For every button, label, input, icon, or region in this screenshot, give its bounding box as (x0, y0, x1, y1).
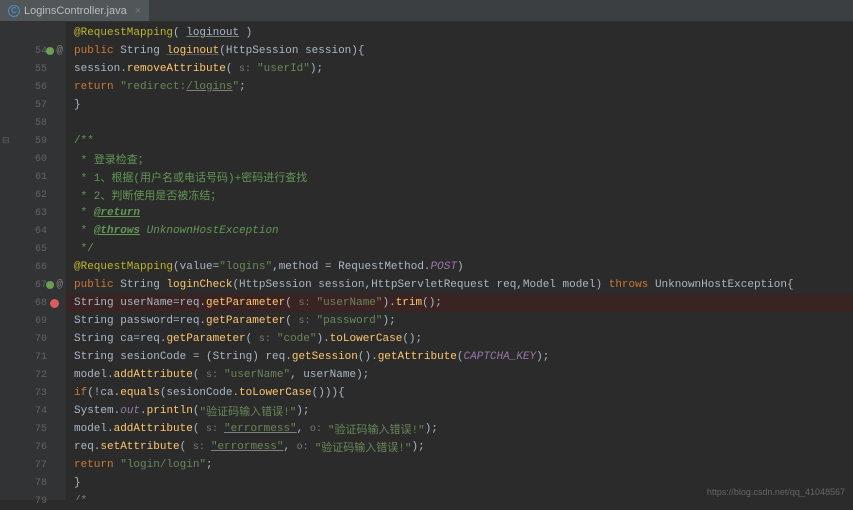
gutter-line[interactable]: 56 (0, 78, 65, 96)
code-line: * 1、根据(用户名或电话号码)+密码进行查找 (74, 168, 853, 186)
line-number: 66 (19, 262, 47, 273)
code-line: return "login/login"; (74, 456, 853, 474)
gutter-line[interactable]: 61 (0, 168, 65, 186)
code-line: return "redirect:/logins"; (74, 78, 853, 96)
gutter-line[interactable]: 57 (0, 96, 65, 114)
line-number: 75 (19, 424, 47, 435)
implements-icon (46, 281, 54, 289)
gutter-line[interactable]: 70 (0, 330, 65, 348)
code-area[interactable]: @RequestMapping( loginout ) public Strin… (66, 22, 853, 500)
line-number: 72 (19, 370, 47, 381)
gutter-line[interactable]: 65 (0, 240, 65, 258)
line-number: 59 (19, 136, 47, 147)
gutter-line[interactable]: 67 @ (0, 276, 65, 294)
gutter-line[interactable]: 55 (0, 60, 65, 78)
code-line: if(!ca.equals(sesionCode.toLowerCase()))… (74, 384, 853, 402)
gutter-line[interactable]: 60 (0, 150, 65, 168)
line-number: 65 (19, 244, 47, 255)
tab-filename: LoginsController.java (24, 5, 127, 17)
gutter-line[interactable]: 79 (0, 492, 65, 510)
gutter: 54 @55 56 57 58 59 ⊟ 60 61 62 63 64 65 66 67 @68 69 70 71 7… (0, 22, 66, 500)
code-line: /** (74, 132, 853, 150)
gutter-line[interactable] (0, 24, 65, 42)
line-number: 55 (19, 64, 47, 75)
code-line: * @return (74, 204, 853, 222)
line-number: 56 (19, 82, 47, 93)
line-number: 76 (19, 442, 47, 453)
code-line: * 登录检查； (74, 150, 853, 168)
gutter-line[interactable]: 59 ⊟ (0, 132, 65, 150)
line-number: 57 (19, 100, 47, 111)
code-line: * @throws UnknownHostException (74, 222, 853, 240)
code-line: System.out.println("验证码输入错误!"); (74, 402, 853, 420)
line-number: 58 (19, 118, 47, 129)
line-number: 67 (19, 280, 47, 291)
code-line: */ (74, 240, 853, 258)
line-number: 68 (19, 298, 47, 309)
line-number: 64 (19, 226, 47, 237)
fold-icon[interactable]: ⊟ (2, 136, 10, 146)
code-line: } (74, 96, 853, 114)
code-line: @RequestMapping( loginout ) (74, 24, 853, 42)
gutter-line[interactable]: 68 (0, 294, 65, 312)
gutter-line[interactable]: 63 (0, 204, 65, 222)
gutter-line[interactable]: 75 (0, 420, 65, 438)
gutter-line[interactable]: 76 (0, 438, 65, 456)
line-number: 61 (19, 172, 47, 183)
code-line-current: String userName=req.getParameter( s: "us… (66, 294, 853, 312)
line-number: 79 (19, 496, 47, 507)
line-number: 73 (19, 388, 47, 399)
gutter-line[interactable]: 74 (0, 402, 65, 420)
gutter-line[interactable]: 77 (0, 456, 65, 474)
code-line: String password=req.getParameter( s: "pa… (74, 312, 853, 330)
line-number: 78 (19, 478, 47, 489)
line-number: 54 (19, 46, 47, 57)
gutter-line[interactable]: 71 (0, 348, 65, 366)
line-number: 77 (19, 460, 47, 471)
gutter-line[interactable]: 58 (0, 114, 65, 132)
line-number: 60 (19, 154, 47, 165)
close-icon[interactable]: × (135, 5, 141, 17)
code-line: public String loginCheck(HttpSession ses… (74, 276, 853, 294)
gutter-line[interactable]: 54 @ (0, 42, 65, 60)
gutter-line[interactable]: 72 (0, 366, 65, 384)
line-number: 70 (19, 334, 47, 345)
gutter-line[interactable]: 64 (0, 222, 65, 240)
annotation-icon: @ (56, 279, 63, 291)
code-line: session.removeAttribute( s: "userId"); (74, 60, 853, 78)
gutter-marker[interactable]: @ (46, 279, 63, 291)
code-line: public String loginout(HttpSession sessi… (74, 42, 853, 60)
code-line: String sesionCode = (String) req.getSess… (74, 348, 853, 366)
gutter-line[interactable]: 62 (0, 186, 65, 204)
annotation-icon: @ (56, 45, 63, 57)
code-line: String ca=req.getParameter( s: "code").t… (74, 330, 853, 348)
line-number: 62 (19, 190, 47, 201)
gutter-line[interactable]: 66 (0, 258, 65, 276)
line-number: 63 (19, 208, 47, 219)
gutter-line[interactable]: 78 (0, 474, 65, 492)
file-tab[interactable]: C LoginsController.java × (0, 0, 149, 21)
code-line: req.setAttribute( s: "errormess", o: "验证… (74, 438, 853, 456)
code-line: model.addAttribute( s: "userName", userN… (74, 366, 853, 384)
breakpoint-icon[interactable] (50, 299, 59, 308)
line-number: 71 (19, 352, 47, 363)
line-number: 69 (19, 316, 47, 327)
code-line (74, 114, 853, 132)
gutter-line[interactable]: 69 (0, 312, 65, 330)
watermark: https://blog.csdn.net/qq_41048567 (707, 487, 845, 497)
code-line: model.addAttribute( s: "errormess", o: "… (74, 420, 853, 438)
gutter-marker[interactable]: @ (46, 45, 63, 57)
editor: 54 @55 56 57 58 59 ⊟ 60 61 62 63 64 65 66 67 @68 69 70 71 7… (0, 22, 853, 500)
implements-icon (46, 47, 54, 55)
code-line: @RequestMapping(value="logins",method = … (74, 258, 853, 276)
gutter-line[interactable]: 73 (0, 384, 65, 402)
code-line: * 2、判断使用是否被冻结； (74, 186, 853, 204)
line-number: 74 (19, 406, 47, 417)
tab-bar: C LoginsController.java × (0, 0, 853, 22)
java-class-icon: C (8, 5, 20, 17)
